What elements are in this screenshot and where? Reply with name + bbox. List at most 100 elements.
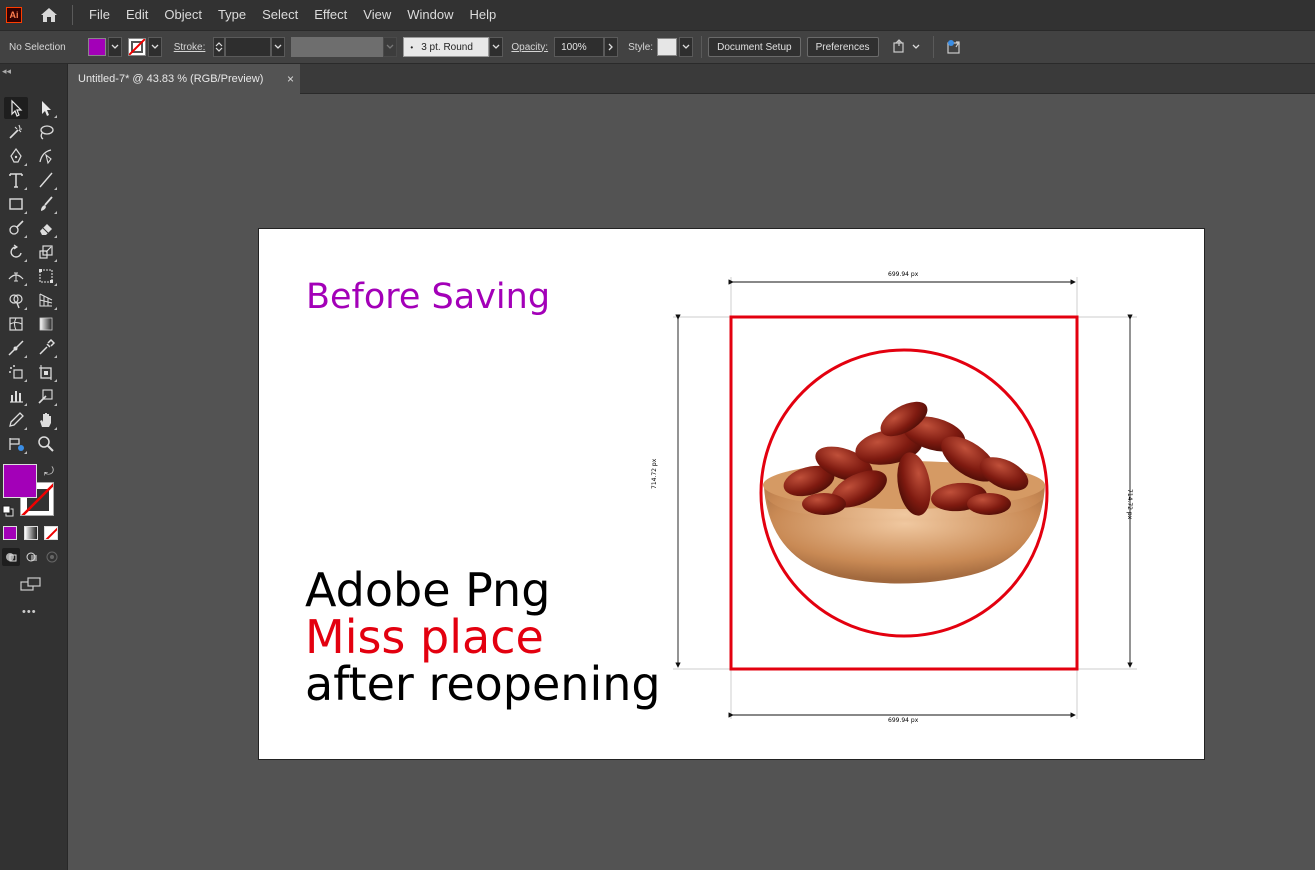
document-setup-button[interactable]: Document Setup (708, 37, 801, 57)
rotate-tool-icon[interactable] (4, 241, 28, 263)
width-tool-icon[interactable] (4, 265, 28, 287)
hand-tool-icon[interactable] (34, 409, 58, 431)
dimension-annotations (673, 277, 1137, 719)
draw-inside-icon[interactable] (43, 548, 61, 566)
blend-tool-icon[interactable] (4, 337, 28, 359)
zoom-tool-icon[interactable] (34, 433, 58, 455)
shaper-tool-icon[interactable] (4, 217, 28, 239)
variable-width-profile[interactable] (291, 37, 384, 57)
arrange-dropdown-icon[interactable] (909, 37, 923, 57)
pen-tool-icon[interactable] (4, 145, 28, 167)
curvature-tool-icon[interactable] (34, 145, 58, 167)
column-graph-tool-icon[interactable] (4, 385, 28, 407)
menu-window[interactable]: Window (399, 0, 461, 30)
menu-help[interactable]: Help (461, 0, 504, 30)
caption-line-2[interactable]: Miss place (305, 614, 544, 661)
stroke-dropdown-icon[interactable] (147, 37, 162, 57)
caption-line-3[interactable]: after reopening (305, 661, 661, 708)
caption-line-1[interactable]: Adobe Png (305, 567, 550, 614)
rectangle-tool-icon[interactable] (4, 193, 28, 215)
fill-swatch[interactable] (87, 38, 106, 56)
style-dropdown-icon[interactable] (679, 37, 694, 57)
opacity-arrow-icon[interactable] (604, 37, 619, 57)
control-bar: No Selection Stroke: • 3 pt. Round Opaci… (0, 30, 1315, 64)
fill-color-swatch-front[interactable] (3, 464, 37, 498)
line-segment-tool-icon[interactable] (34, 169, 58, 191)
style-label: Style: (628, 41, 654, 53)
puppet-warp-tool-icon[interactable] (4, 433, 28, 455)
dimension-bottom-label: 699.94 px (888, 717, 919, 724)
document-tab[interactable]: Untitled-7* @ 43.83 % (RGB/Preview) × (68, 64, 300, 94)
type-tool-icon[interactable] (4, 169, 28, 191)
slice-tool-icon[interactable] (34, 385, 58, 407)
variable-width-dropdown-icon[interactable] (383, 37, 398, 57)
selection-tool-icon[interactable] (4, 97, 28, 119)
menu-divider (72, 5, 73, 25)
canvas-area[interactable]: Before Saving Adobe Png Miss place after… (68, 94, 1315, 870)
none-mode-icon[interactable] (44, 526, 58, 540)
bullet-icon: • (410, 42, 414, 52)
dimension-top-label: 699.94 px (888, 271, 919, 278)
magic-wand-tool-icon[interactable] (4, 121, 28, 143)
brush-dropdown-icon[interactable] (489, 37, 504, 57)
arrange-documents-icon[interactable] (889, 37, 909, 57)
color-mode-icon[interactable] (3, 526, 17, 540)
artboard-tool-icon[interactable] (34, 361, 58, 383)
fill-dropdown-icon[interactable] (107, 37, 122, 57)
tools-panel: ◂◂ ⤾ ••• (0, 64, 68, 870)
stroke-label[interactable]: Stroke: (174, 42, 206, 53)
preferences-button[interactable]: Preferences (806, 37, 879, 57)
menu-edit[interactable]: Edit (118, 0, 156, 30)
screen-mode-icon[interactable] (18, 574, 44, 594)
stroke-weight-dropdown-icon[interactable] (271, 37, 286, 57)
stroke-weight-stepper[interactable] (213, 37, 226, 57)
menu-file[interactable]: File (81, 0, 118, 30)
free-transform-tool-icon[interactable] (34, 265, 58, 287)
paintbrush-tool-icon[interactable] (34, 193, 58, 215)
pencil-tool-icon[interactable] (4, 409, 28, 431)
menu-type[interactable]: Type (210, 0, 254, 30)
collapse-panel-icon[interactable]: ◂◂ (2, 66, 11, 77)
direct-selection-tool-icon[interactable] (34, 97, 58, 119)
symbol-sprayer-tool-icon[interactable] (4, 361, 28, 383)
home-icon[interactable] (38, 5, 60, 25)
dimension-left-label: 714.72 px (651, 458, 658, 489)
brush-definition-field[interactable]: • 3 pt. Round (403, 37, 490, 57)
stroke-none-swatch[interactable] (127, 38, 146, 56)
before-saving-heading[interactable]: Before Saving (306, 277, 550, 317)
document-tab-bar: Untitled-7* @ 43.83 % (RGB/Preview) × (68, 64, 1315, 94)
eraser-tool-icon[interactable] (34, 217, 58, 239)
dates-image (783, 401, 1029, 516)
stroke-weight-field[interactable] (225, 37, 272, 57)
menu-object[interactable]: Object (156, 0, 210, 30)
mesh-tool-icon[interactable] (4, 313, 28, 335)
app-logo: Ai (6, 7, 22, 23)
dimension-right-label: 714.72 px (1126, 489, 1133, 520)
opacity-label[interactable]: Opacity: (511, 42, 548, 53)
menu-bar: Ai File Edit Object Type Select Effect V… (0, 0, 1315, 30)
menu-effect[interactable]: Effect (306, 0, 355, 30)
scale-tool-icon[interactable] (34, 241, 58, 263)
perspective-grid-tool-icon[interactable] (34, 289, 58, 311)
draw-behind-icon[interactable] (23, 548, 41, 566)
edit-toolbar-icon[interactable]: ••• (22, 606, 37, 618)
brush-definition-value: 3 pt. Round (421, 41, 473, 53)
shape-builder-tool-icon[interactable] (4, 289, 28, 311)
eyedropper-tool-icon[interactable] (34, 337, 58, 359)
discover-panel-icon[interactable] (944, 37, 964, 57)
document-tab-title: Untitled-7* @ 43.83 % (RGB/Preview) (78, 73, 264, 85)
controlbar-divider (932, 36, 934, 58)
opacity-field[interactable]: 100% (554, 37, 605, 57)
gradient-mode-icon[interactable] (24, 526, 38, 540)
graphic-style-swatch[interactable] (657, 38, 678, 56)
lasso-tool-icon[interactable] (34, 121, 58, 143)
gradient-tool-icon[interactable] (34, 313, 58, 335)
menu-select[interactable]: Select (254, 0, 306, 30)
artboard[interactable]: Before Saving Adobe Png Miss place after… (258, 228, 1205, 760)
default-fill-stroke-icon[interactable] (2, 504, 14, 517)
menu-view[interactable]: View (355, 0, 399, 30)
draw-normal-icon[interactable] (2, 548, 20, 566)
selection-status: No Selection (9, 41, 66, 53)
swap-fill-stroke-icon[interactable]: ⤾ (44, 464, 58, 478)
close-tab-icon[interactable]: × (287, 72, 294, 86)
